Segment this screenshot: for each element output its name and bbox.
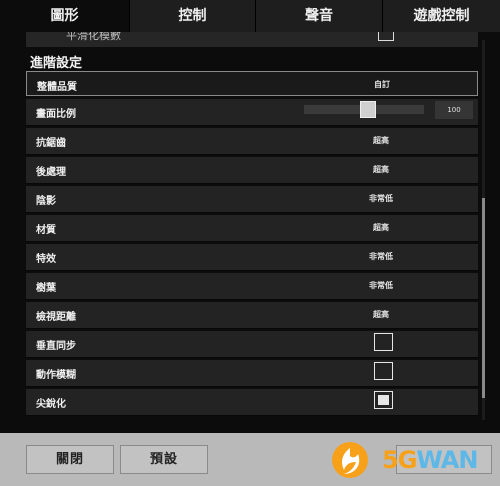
setting-label: 陰影	[36, 196, 56, 207]
effects-value[interactable]: 非常低	[326, 251, 436, 262]
vsync-checkbox[interactable]	[374, 333, 393, 351]
setting-label: 動作模糊	[36, 370, 76, 381]
screen-scale-value[interactable]: 100	[435, 101, 473, 119]
setting-row-sharpen[interactable]: 尖銳化	[26, 389, 478, 416]
setting-row-vsync[interactable]: 垂直同步	[26, 331, 478, 358]
setting-row-foliage[interactable]: 樹葉 非常低	[26, 273, 478, 300]
preset-button[interactable]: 預設	[120, 445, 208, 474]
post-processing-value[interactable]: 超高	[326, 164, 436, 175]
setting-label: 樹葉	[36, 283, 56, 294]
setting-row-effects[interactable]: 特效 非常低	[26, 244, 478, 271]
watermark-logo: 5GWAN	[330, 440, 500, 480]
setting-row-view-distance[interactable]: 檢視距離 超高	[26, 302, 478, 329]
motion-blur-checkbox[interactable]	[374, 362, 393, 380]
shadows-value[interactable]: 非常低	[326, 193, 436, 204]
setting-row-shadows[interactable]: 陰影 非常低	[26, 186, 478, 213]
setting-row-post-processing[interactable]: 後處理 超高	[26, 157, 478, 184]
settings-panel: 平滑化模數 進階設定 整體品質 自訂 畫面比例 100 抗鋸齒 超高 後處理 超…	[22, 32, 478, 416]
setting-row-overall-quality[interactable]: 整體品質 自訂	[26, 71, 478, 96]
setting-label: 平滑化模數	[66, 32, 121, 42]
setting-row-textures[interactable]: 材質 超高	[26, 215, 478, 242]
setting-label: 整體品質	[37, 82, 77, 93]
tab-graphics[interactable]: 圖形	[0, 0, 130, 32]
section-title: 進階設定	[30, 56, 83, 71]
anti-aliasing-value[interactable]: 超高	[326, 135, 436, 146]
scrollbar-thumb[interactable]	[482, 198, 485, 398]
close-button[interactable]: 關閉	[26, 445, 114, 474]
setting-row-motion-blur[interactable]: 動作模糊	[26, 360, 478, 387]
setting-label: 特效	[36, 254, 56, 265]
tab-game-controls[interactable]: 遊戲控制	[383, 0, 500, 32]
tab-controls[interactable]: 控制	[130, 0, 256, 32]
tab-bar: 圖形 控制 聲音 遊戲控制	[0, 0, 500, 32]
tab-sound[interactable]: 聲音	[256, 0, 383, 32]
setting-label: 畫面比例	[36, 109, 76, 120]
setting-row-anti-aliasing[interactable]: 抗鋸齒 超高	[26, 128, 478, 155]
smoothing-checkbox[interactable]	[378, 32, 394, 41]
slider-handle[interactable]	[359, 101, 376, 118]
setting-label: 抗鋸齒	[36, 138, 66, 149]
watermark-icon	[332, 442, 368, 478]
sharpen-checkbox[interactable]	[374, 391, 393, 409]
foliage-value[interactable]: 非常低	[326, 280, 436, 291]
setting-row-smoothing[interactable]: 平滑化模數	[26, 32, 478, 47]
setting-label: 後處理	[36, 167, 66, 178]
watermark-text: 5GWAN	[382, 446, 478, 474]
textures-value[interactable]: 超高	[326, 222, 436, 233]
view-distance-value[interactable]: 超高	[326, 309, 436, 320]
overall-quality-value[interactable]: 自訂	[327, 79, 437, 90]
setting-label: 檢視距離	[36, 312, 76, 323]
setting-label: 垂直同步	[36, 341, 76, 352]
setting-label: 尖銳化	[36, 399, 66, 410]
setting-row-screen-scale[interactable]: 畫面比例 100	[26, 99, 478, 126]
setting-label: 材質	[36, 225, 56, 236]
